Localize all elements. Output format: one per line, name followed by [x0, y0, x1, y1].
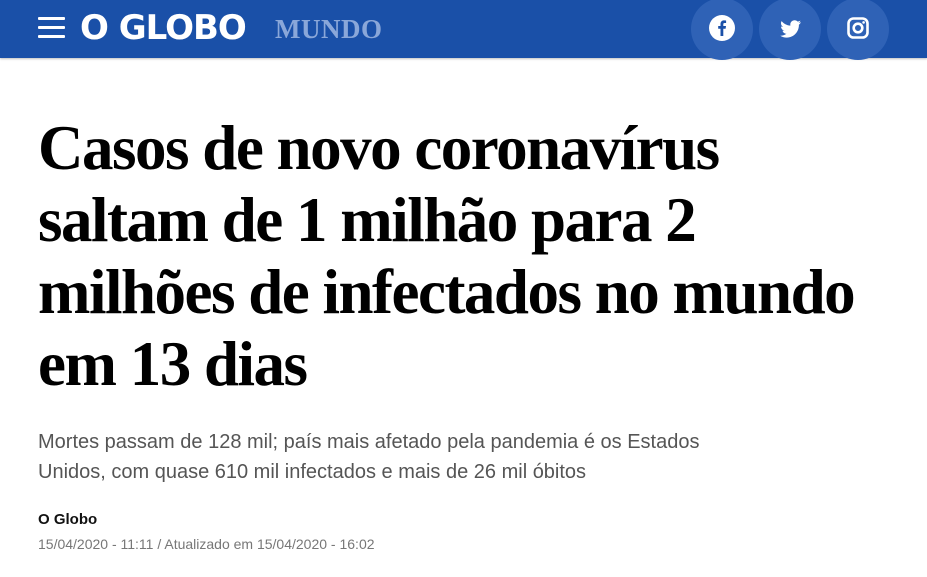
instagram-share-button[interactable] [827, 0, 889, 60]
headline-line: saltam de 1 milhão para 2 [38, 185, 697, 255]
facebook-share-button[interactable] [691, 0, 753, 60]
section-label[interactable]: MUNDO [275, 13, 382, 45]
subtitle-line: Mortes passam de 128 mil; país mais afet… [38, 431, 700, 453]
facebook-icon [709, 15, 735, 41]
article-author: O Globo [38, 511, 98, 528]
subtitle-line: Unidos, com quase 610 mil infectados e m… [38, 461, 587, 483]
headline-line: em 13 dias [38, 329, 308, 399]
headline-line: Casos de novo coronavírus [38, 113, 720, 183]
instagram-icon [847, 17, 869, 39]
article-subtitle: Mortes passam de 128 mil; país mais afet… [38, 427, 838, 487]
article-headline: Casos de novo coronavírus saltam de 1 mi… [38, 112, 908, 400]
twitter-share-button[interactable] [759, 0, 821, 60]
top-navigation-bar: O GLOBO MUNDO [0, 0, 927, 60]
article-dates: 15/04/2020 - 11:11 / Atualizado em 15/04… [38, 536, 375, 552]
headline-line: milhões de infectados no mundo [38, 257, 856, 327]
site-logo[interactable]: O GLOBO [80, 9, 247, 47]
hamburger-menu-icon[interactable] [38, 17, 65, 39]
twitter-icon [780, 20, 801, 38]
